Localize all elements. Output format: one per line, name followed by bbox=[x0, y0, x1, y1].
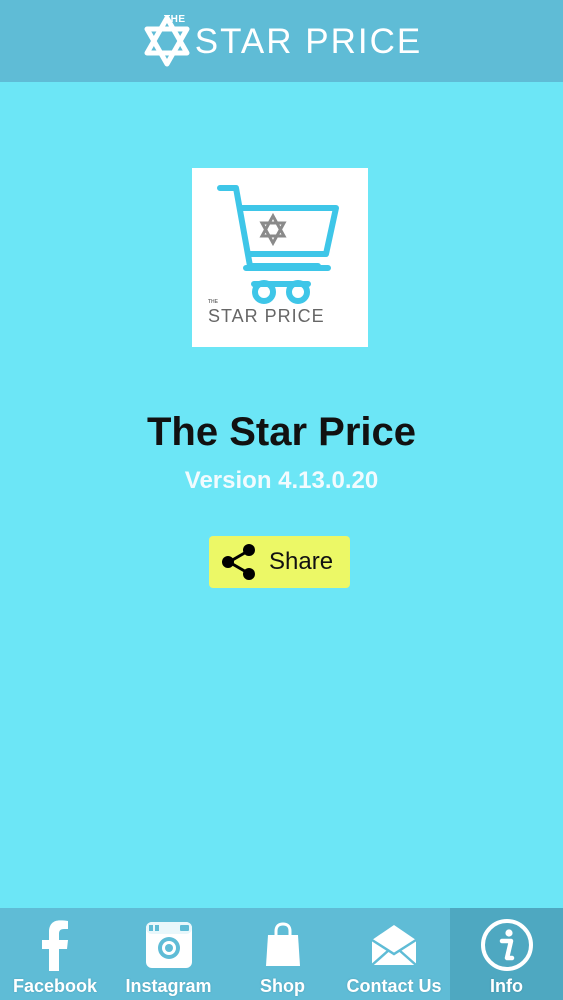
app-header: THE STAR PRICE bbox=[0, 0, 563, 82]
nav-label-info: Info bbox=[490, 976, 523, 996]
nav-label-shop: Shop bbox=[260, 976, 305, 996]
nav-label-instagram: Instagram bbox=[125, 976, 212, 996]
app-name: The Star Price bbox=[146, 410, 416, 454]
nav-item-contact-us[interactable]: Contact Us bbox=[338, 908, 450, 1000]
envelope-icon bbox=[371, 925, 417, 966]
facebook-icon bbox=[42, 920, 68, 971]
app-logo: THE STAR PRICE bbox=[192, 168, 368, 347]
share-button[interactable]: Share bbox=[209, 536, 350, 588]
nav-item-shop[interactable]: Shop bbox=[227, 908, 338, 1000]
nav-item-instagram[interactable]: Instagram bbox=[110, 908, 227, 1000]
share-label: Share bbox=[269, 548, 334, 575]
star-icon bbox=[259, 212, 287, 247]
app-version: Version 4.13.0.20 bbox=[184, 467, 379, 494]
nav-item-facebook[interactable]: Facebook bbox=[0, 908, 110, 1000]
share-icon bbox=[222, 544, 255, 580]
logo-small-text: THE bbox=[208, 299, 218, 305]
info-icon bbox=[480, 919, 533, 971]
app-screen: THE STAR PRICE THE STAR PRICE The Star P… bbox=[0, 0, 563, 1000]
bottom-nav: Facebook Instagram Shop Contact Us Info bbox=[0, 908, 563, 1000]
logo-text: STAR PRICE bbox=[208, 306, 325, 326]
shopping-bag-icon bbox=[265, 922, 300, 966]
nav-label-facebook: Facebook bbox=[12, 976, 98, 996]
header-logo-title: STAR PRICE bbox=[194, 21, 423, 61]
instagram-icon bbox=[145, 922, 192, 968]
header-logo-small-text: THE bbox=[164, 14, 186, 25]
nav-label-contact-us: Contact Us bbox=[346, 976, 442, 996]
nav-item-info[interactable]: Info bbox=[450, 908, 563, 1000]
